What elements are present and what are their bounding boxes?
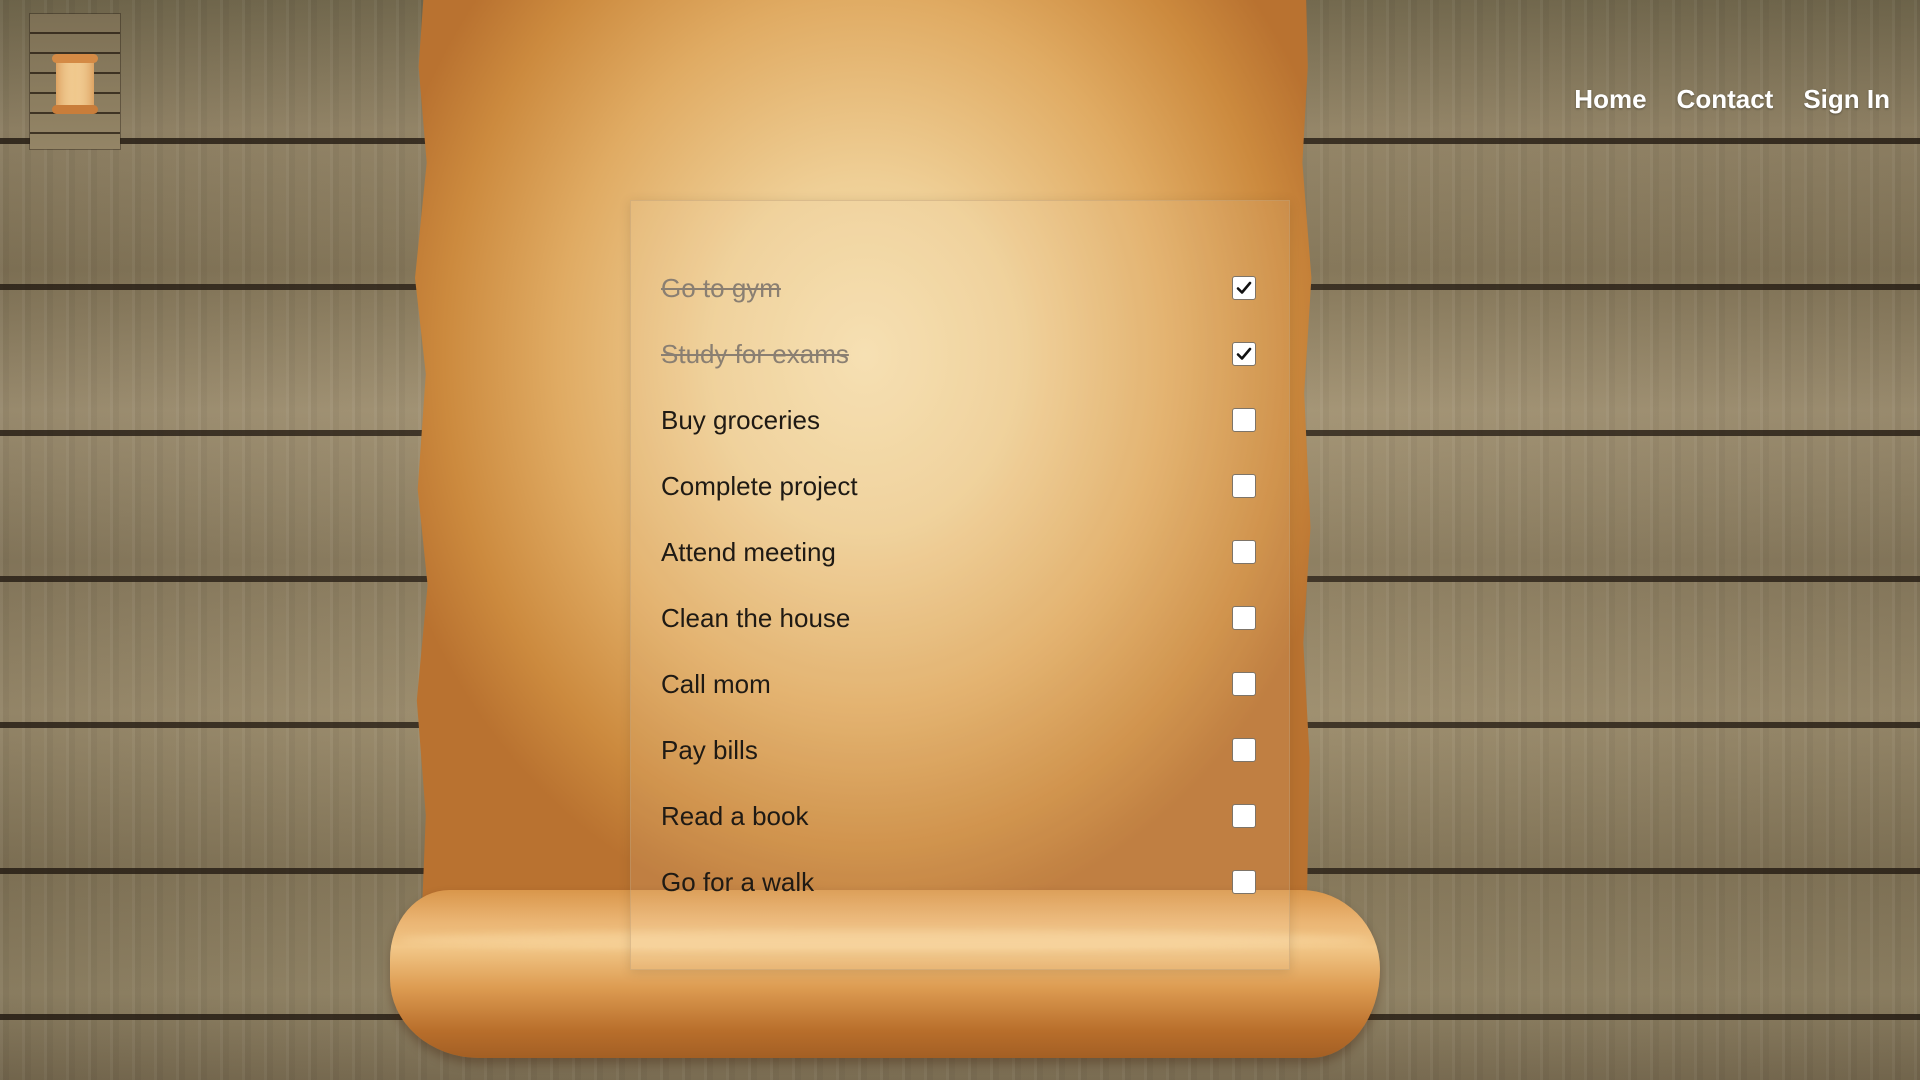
nav-home-link[interactable]: Home	[1574, 84, 1646, 115]
todo-item: Pay bills	[661, 717, 1259, 783]
todo-checkbox[interactable]	[1232, 408, 1256, 432]
todo-checkbox[interactable]	[1232, 474, 1256, 498]
checkmark-icon	[1236, 347, 1252, 360]
scroll-icon	[52, 54, 98, 114]
todo-panel: Go to gym Study for exams Buy groceries …	[630, 200, 1290, 970]
todo-text: Study for exams	[661, 338, 849, 369]
todo-text: Complete project	[661, 470, 858, 501]
todo-list: Go to gym Study for exams Buy groceries …	[661, 255, 1259, 915]
todo-text: Go for a walk	[661, 866, 815, 897]
todo-text: Attend meeting	[661, 536, 836, 567]
todo-item: Study for exams	[661, 321, 1259, 387]
todo-checkbox[interactable]	[1232, 672, 1256, 696]
todo-item: Call mom	[661, 651, 1259, 717]
todo-item: Clean the house	[661, 585, 1259, 651]
todo-item: Go for a walk	[661, 849, 1259, 915]
todo-checkbox[interactable]	[1232, 606, 1256, 630]
todo-item: Complete project	[661, 453, 1259, 519]
nav-contact-link[interactable]: Contact	[1677, 84, 1774, 115]
todo-checkbox-checked[interactable]	[1232, 276, 1256, 300]
todo-text: Clean the house	[661, 602, 851, 633]
todo-item: Go to gym	[661, 255, 1259, 321]
todo-item: Read a book	[661, 783, 1259, 849]
todo-checkbox[interactable]	[1232, 870, 1256, 894]
todo-checkbox[interactable]	[1232, 738, 1256, 762]
todo-checkbox[interactable]	[1232, 540, 1256, 564]
todo-item: Buy groceries	[661, 387, 1259, 453]
todo-text: Go to gym	[661, 272, 781, 303]
todo-item: Attend meeting	[661, 519, 1259, 585]
todo-text: Pay bills	[661, 734, 758, 765]
todo-checkbox[interactable]	[1232, 804, 1256, 828]
todo-checkbox-checked[interactable]	[1232, 342, 1256, 366]
todo-text: Read a book	[661, 800, 809, 831]
logo[interactable]	[30, 14, 120, 149]
checkmark-icon	[1236, 281, 1252, 294]
todo-text: Call mom	[661, 668, 771, 699]
nav-sign-in-link[interactable]: Sign In	[1803, 84, 1890, 115]
top-nav: Home Contact Sign In	[1574, 84, 1890, 115]
todo-text: Buy groceries	[661, 404, 820, 435]
